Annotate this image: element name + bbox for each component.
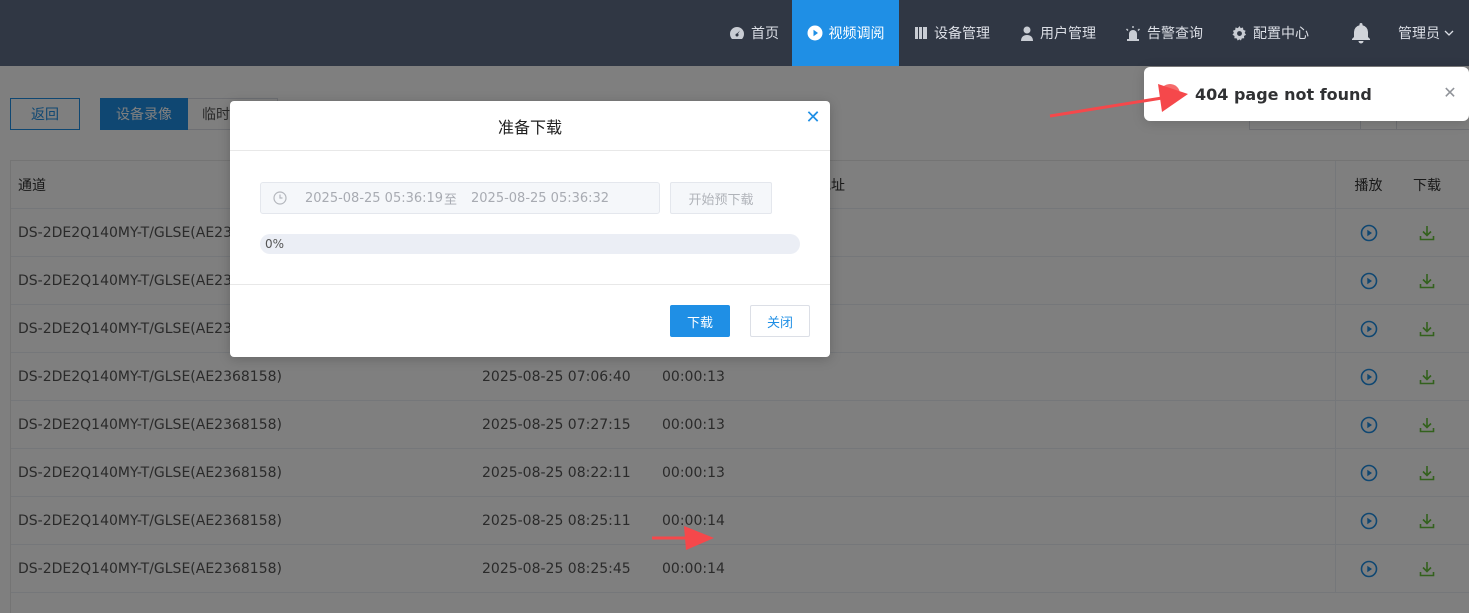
- nav-label: 首页: [751, 26, 779, 42]
- nav-item-home[interactable]: 首页: [729, 0, 779, 66]
- nav-label: 告警查询: [1147, 26, 1203, 42]
- user-name: 管理员: [1398, 26, 1440, 42]
- top-nav-bar: 首页 视频调阅 设备管理 用户管理 告警查询 配置中心 管理员: [0, 0, 1469, 66]
- dashboard-icon: [730, 27, 744, 39]
- progress-text: 0%: [265, 237, 285, 251]
- close-icon[interactable]: ✕: [804, 109, 822, 127]
- range-end[interactable]: 2025-08-25 05:36:32: [471, 183, 609, 213]
- book-icon: [915, 27, 927, 39]
- nav-label: 设备管理: [934, 26, 990, 42]
- toast-message: 404 page not found: [1195, 84, 1372, 104]
- start-pre-download-button[interactable]: 开始预下载: [670, 182, 772, 214]
- divider: [230, 284, 830, 285]
- bell-icon[interactable]: [1349, 21, 1373, 45]
- user-icon: [1021, 26, 1033, 41]
- nav-item-video[interactable]: 视频调阅: [792, 0, 899, 66]
- gear-icon: [1232, 25, 1247, 41]
- nav-item-users[interactable]: 用户管理: [1020, 0, 1096, 66]
- nav-item-alarms[interactable]: 告警查询: [1125, 0, 1203, 66]
- clock-icon: [273, 191, 287, 205]
- nav-item-config[interactable]: 配置中心: [1232, 0, 1309, 66]
- dialog-title: 准备下载: [230, 101, 830, 151]
- download-progress-bar: 0%: [260, 234, 800, 254]
- play-circle-icon: [807, 25, 822, 41]
- range-start[interactable]: 2025-08-25 05:36:19: [305, 183, 443, 213]
- nav-label: 视频调阅: [828, 26, 885, 42]
- close-icon[interactable]: ✕: [1442, 85, 1458, 101]
- prepare-download-dialog: 准备下载 ✕ 2025-08-25 05:36:19 至 2025-08-25 …: [230, 101, 830, 357]
- close-button[interactable]: 关闭: [750, 305, 810, 337]
- range-separator: 至: [444, 192, 458, 208]
- chevron-down-icon: [1444, 30, 1454, 36]
- error-toast: 404 page not found ✕: [1144, 67, 1469, 121]
- nav-label: 配置中心: [1253, 26, 1309, 42]
- error-icon: [1160, 84, 1180, 104]
- alarm-light-icon: [1126, 25, 1140, 41]
- date-range-picker[interactable]: 2025-08-25 05:36:19 至 2025-08-25 05:36:3…: [260, 182, 660, 214]
- nav-item-devices[interactable]: 设备管理: [914, 0, 990, 66]
- user-menu[interactable]: 管理员: [1398, 0, 1454, 66]
- download-button[interactable]: 下载: [670, 305, 730, 337]
- nav-label: 用户管理: [1040, 26, 1096, 42]
